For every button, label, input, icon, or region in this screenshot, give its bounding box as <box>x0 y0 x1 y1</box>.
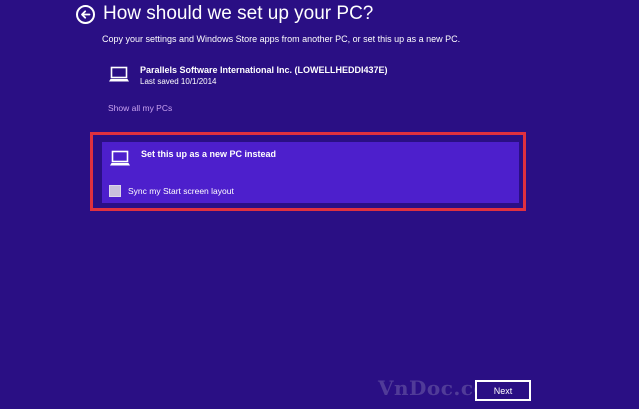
back-button[interactable] <box>76 5 95 24</box>
page-title: How should we set up your PC? <box>103 3 374 24</box>
show-all-pcs-link[interactable]: Show all my PCs <box>108 103 172 113</box>
sync-start-layout-checkbox[interactable] <box>109 184 121 197</box>
laptop-icon <box>109 66 129 82</box>
sync-start-layout-label: Sync my Start screen layout <box>128 185 234 196</box>
existing-pc-option[interactable]: Parallels Software International Inc. (L… <box>103 62 423 92</box>
back-arrow-icon <box>81 10 91 19</box>
laptop-icon <box>110 150 130 166</box>
next-button[interactable]: Next <box>475 380 531 401</box>
sync-start-layout-option[interactable]: Sync my Start screen layout <box>109 184 234 197</box>
new-pc-label: Set this up as a new PC instead <box>141 149 277 159</box>
new-pc-option[interactable]: Set this up as a new PC instead Sync my … <box>102 142 519 203</box>
existing-pc-last-saved: Last saved 10/1/2014 <box>140 77 217 86</box>
page-subtitle: Copy your settings and Windows Store app… <box>102 34 461 44</box>
existing-pc-name: Parallels Software International Inc. (L… <box>140 65 388 75</box>
